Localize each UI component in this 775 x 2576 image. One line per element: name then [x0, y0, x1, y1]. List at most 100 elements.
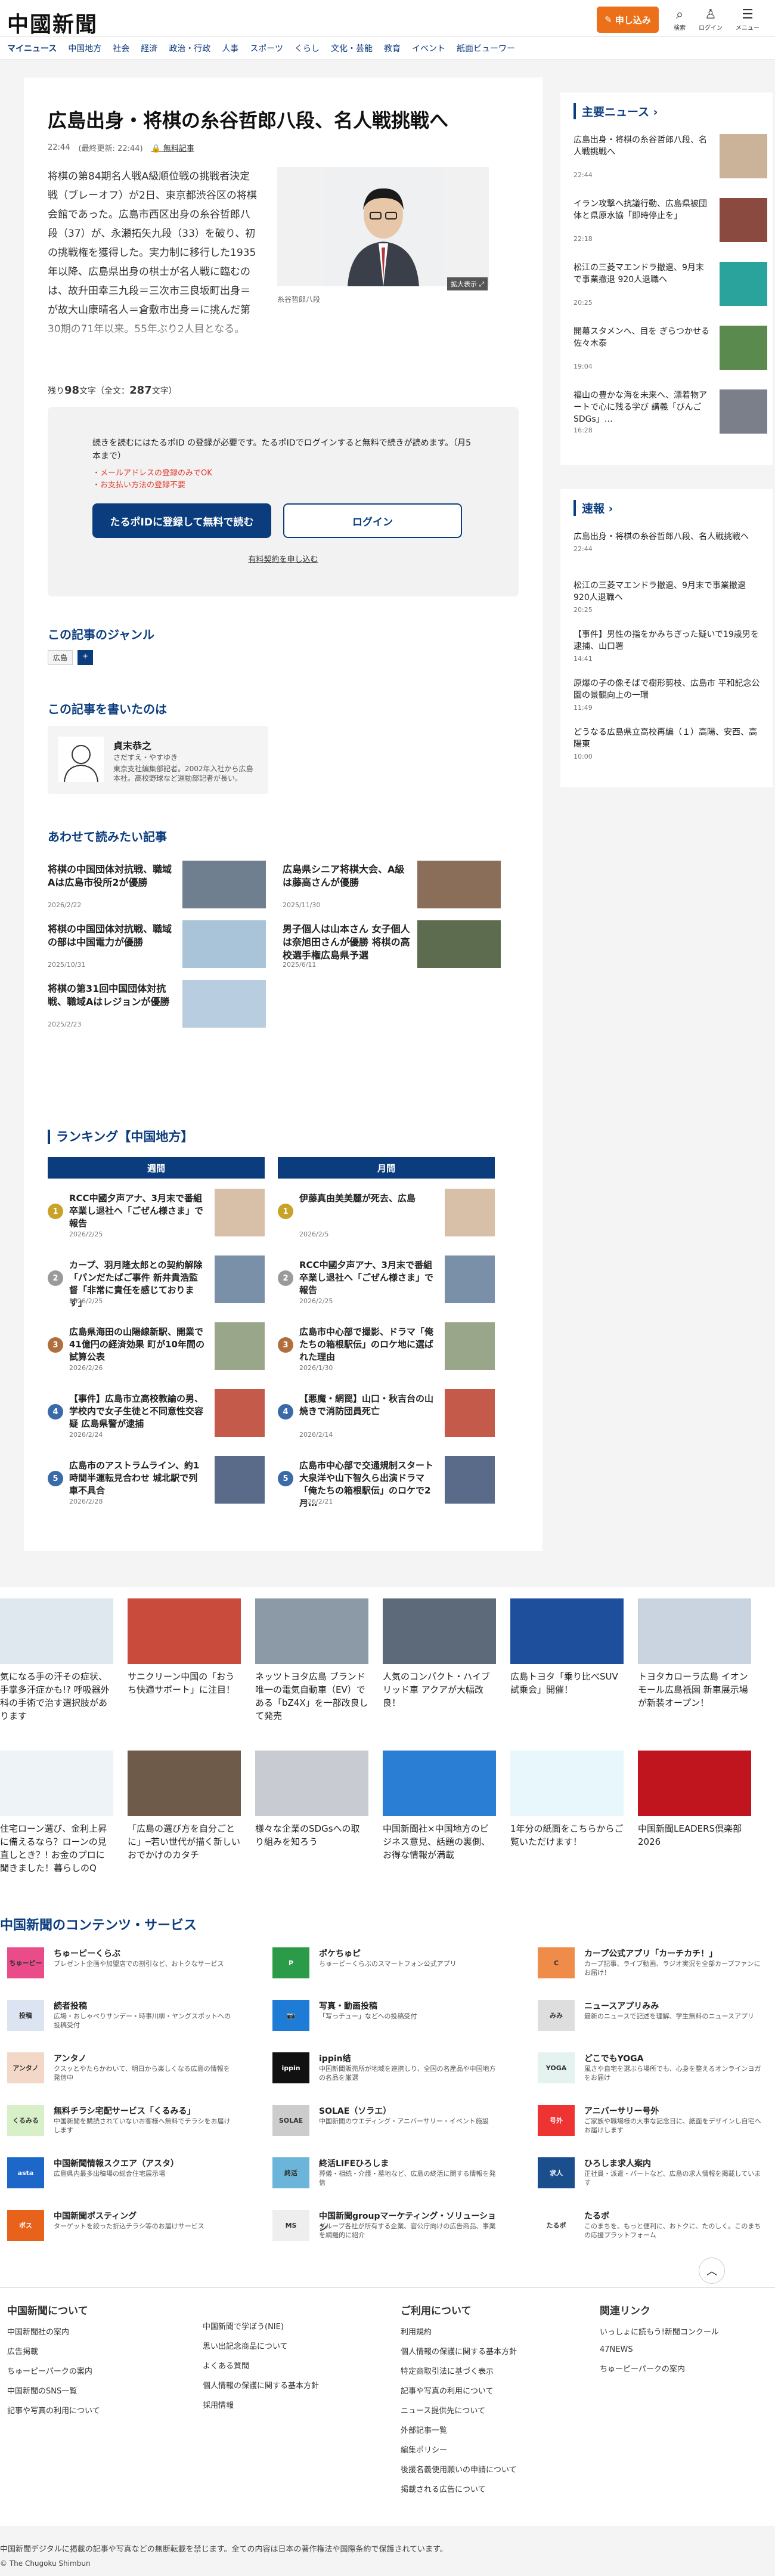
- ranking-item[interactable]: 1 伊藤真由美美麗が死去、広島 2026/2/5: [278, 1189, 495, 1241]
- related-item[interactable]: 広島県シニア将棋大会、A級は藤高さんが優勝 2025/11/30: [283, 861, 501, 916]
- footer-link[interactable]: 中国新聞のSNS一覧: [7, 2385, 100, 2396]
- ranking-item[interactable]: 4 【事件】広島市立高校教論の男、学校内で女子生徒と不同意性交容疑 広島県警が逮捕…: [48, 1389, 265, 1442]
- user-button[interactable]: ♙ ログイン: [699, 7, 723, 32]
- main-news-item[interactable]: 福山の豊かな海を未来へ、漂着物アートで心に残る学び 講義「びんごSDGs」… 16…: [574, 389, 767, 437]
- service-item[interactable]: ippin ippin结 中国新聞販売所が地域を連携しり、全国の名産品や中国地方の名…: [272, 2052, 499, 2088]
- promo-card[interactable]: 中国新聞LEADERS倶楽部2026: [638, 1751, 751, 1882]
- register-button[interactable]: たるポIDに登録して無料で読む: [92, 503, 271, 538]
- footer-link[interactable]: 広告掲載: [7, 2345, 100, 2357]
- main-news-item[interactable]: 開幕スタメンへ、目を ぎらつかせる佐々木泰 19:04: [574, 326, 767, 373]
- nav-item[interactable]: 文化・芸能: [331, 42, 384, 54]
- service-item[interactable]: 📷 写真・動画投稿 「写っチュー」などへの投稿受付: [272, 2000, 499, 2036]
- footer-link[interactable]: 記事や写真の利用について: [401, 2385, 517, 2396]
- service-item[interactable]: asta 中国新聞情報スクエア（アスタ） 広島県内最多出稿場の総合住宅展示場: [7, 2157, 234, 2193]
- flash-news-item[interactable]: どうなる広島県立高校再編（１）高陽、安西、高陽東 10:00: [574, 726, 764, 760]
- service-item[interactable]: みみ ニュースアプリみみ 最新のニュースで記述を理解、学生無料のニュースアプリ: [538, 2000, 764, 2036]
- related-item[interactable]: 将棋の中国団体対抗戦、職域の部は中国電力が優勝 2025/10/31: [48, 920, 266, 975]
- article-photo[interactable]: [277, 167, 489, 286]
- subscribe-button[interactable]: ✎ 申し込み: [597, 7, 659, 33]
- footer-link[interactable]: 後援名義使用願いの申請について: [401, 2463, 517, 2475]
- service-item[interactable]: MS 中国新聞groupマーケティング・ソリューション グループ各社が所有する企業、…: [272, 2210, 499, 2246]
- site-logo[interactable]: 中國新聞: [7, 7, 98, 38]
- promo-card[interactable]: 1年分の紙面をこちらからご覧いただけます！: [510, 1751, 624, 1882]
- related-item[interactable]: 将棋の中国団体対抗戦、職域Aは広島市役所2が優勝 2026/2/22: [48, 861, 266, 916]
- nav-item[interactable]: 経済: [141, 42, 169, 54]
- footer-link[interactable]: よくある質問: [203, 2359, 319, 2371]
- service-item[interactable]: C カープ公式アプリ「カーチカチ！」 カープ記事、ライブ動画、ラジオ実況を全部カープ…: [538, 1947, 764, 1983]
- search-button[interactable]: ⌕ 検索: [674, 7, 686, 32]
- footer-link[interactable]: 外部記事一覧: [401, 2424, 517, 2435]
- footer-link[interactable]: 特定商取引法に基づく表示: [401, 2365, 517, 2376]
- nav-item[interactable]: マイニュース: [7, 42, 68, 54]
- footer-link[interactable]: ニュース提供先について: [401, 2404, 517, 2416]
- footer-link[interactable]: 記事や写真の利用について: [7, 2404, 100, 2416]
- promo-card[interactable]: トヨタカローラ広島 イオンモール広島祇園 新車展示場が新装オープン！: [638, 1598, 751, 1730]
- back-to-top-button[interactable]: ︿: [699, 2258, 725, 2284]
- promo-card[interactable]: 広島トヨタ「乗り比べSUV試乗会」開催！: [510, 1598, 624, 1730]
- promo-card[interactable]: 住宅ローン選び、金利上昇に備えるなら？ローンの見直しとき？! お金のプロに聞きま…: [0, 1751, 113, 1882]
- tab-weekly[interactable]: 週間: [48, 1157, 265, 1179]
- footer-link[interactable]: 利用規約: [401, 2325, 517, 2337]
- promo-card[interactable]: 「広島の選び方を自分ごとに」─若い世代が描く新しいおでかけのカタチ: [128, 1751, 241, 1882]
- genre-tag[interactable]: 広島: [48, 650, 73, 665]
- flash-news-item[interactable]: 【事件】男性の指をかみちぎった疑いで19歳男を逮捕、山口署 14:41: [574, 629, 764, 663]
- service-item[interactable]: SOLAE SOLAE（ソラエ） 中国新聞のウエディング・アニバーサリー・イベント施…: [272, 2105, 499, 2141]
- service-item[interactable]: YOGA どこでもYOGA 風さや自宅を選ぶら場所でも、心身を整えるオンラインヨガを…: [538, 2052, 764, 2088]
- service-item[interactable]: アンタノ アンタノ クスッとやたらかわいて、明日から楽しくなる広島の情報を発信中: [7, 2052, 234, 2088]
- nav-item[interactable]: くらし: [294, 42, 331, 54]
- nav-item[interactable]: イベント: [412, 42, 457, 54]
- footer-link[interactable]: ちゅーピーパークの案内: [7, 2365, 100, 2376]
- ranking-item[interactable]: 5 広島市中心部で交通規制スタート 大泉洋や山下智久ら出演ドラマ「俺たちの箱根駅伝…: [278, 1456, 495, 1508]
- menu-button[interactable]: ☰ メニュー: [736, 7, 760, 32]
- related-item[interactable]: 男子個人は山本さん 女子個人は奈旭田さんが優勝 将棋の高校選手権広島県予選 202…: [283, 920, 501, 975]
- nav-item[interactable]: スポーツ: [250, 42, 294, 54]
- login-button[interactable]: ログイン: [283, 503, 462, 538]
- service-item[interactable]: 求人 ひろしま求人案内 正社員・派遣・パートなど、広島の求人情報を掲載しています: [538, 2157, 764, 2193]
- zoom-button[interactable]: 拡大表示 ⤢: [447, 277, 488, 290]
- service-item[interactable]: 号外 アニバーサリー号外 ご家族や職場様の大事な記念日に、紙面をデザインし自宅へお届…: [538, 2105, 764, 2141]
- service-item[interactable]: 投稿 読者投稿 広場・おしゃべりサンデー・時事川柳・ヤングスポットへの投稿受付: [7, 2000, 234, 2036]
- footer-link[interactable]: 中国新聞社の案内: [7, 2325, 100, 2337]
- service-item[interactable]: くるみる 無料チラシ宅配サービス「くるみる」 中国新聞を購読されていないお客様へ無料…: [7, 2105, 234, 2141]
- paid-contract-link[interactable]: 有料契約を申し込む: [48, 553, 519, 564]
- main-news-heading[interactable]: 主要ニュース ›: [574, 103, 658, 119]
- ranking-item[interactable]: 5 広島市のアストラムライン、約1時間半運転見合わせ 城北駅で列車不具合 2026/…: [48, 1456, 265, 1508]
- main-news-item[interactable]: 広島出身・将棋の糸谷哲郎八段、名人戦挑戦へ 22:44: [574, 134, 767, 182]
- footer-link[interactable]: いっしょに読もう!新聞コンクール: [600, 2325, 719, 2337]
- service-item[interactable]: 終活 終活LIFEひろしま 葬儀・相続・介護・墓地など、広島の終活に関する情報を発信: [272, 2157, 499, 2193]
- flash-news-heading[interactable]: 速報 ›: [574, 500, 613, 516]
- footer-link[interactable]: 個人情報の保護に関する基本方針: [203, 2379, 319, 2391]
- follow-genre-button[interactable]: +: [78, 650, 94, 665]
- footer-link[interactable]: 掲載される広告について: [401, 2483, 517, 2494]
- service-item[interactable]: ちゅーピー ちゅーピーくらぶ プレゼント企画や加盟店での割引など、おトクなサービス: [7, 1947, 234, 1983]
- main-news-item[interactable]: イラン攻撃へ抗議行動、広島県被団体と県原水協「即時停止を」 22:18: [574, 198, 767, 246]
- service-item[interactable]: たるポ たるポ このまちを、もっと便利に、おトクに、たのしく。このまちの応援プラット…: [538, 2210, 764, 2246]
- ranking-item[interactable]: 3 広島県海田の山陽線新駅、開業で41億円の経済効果 町が10年間の試算公表 202…: [48, 1322, 265, 1375]
- promo-card[interactable]: 人気のコンパクト・ハイブリッド車 アクアが大幅改良！: [383, 1598, 496, 1730]
- flash-news-item[interactable]: 原爆の子の像そばで樹形剪枝、広島市 平和記念公園の景観向上の一環 11:49: [574, 678, 764, 712]
- ranking-item[interactable]: 2 カープ、羽月隆太郎との契約解除「パンだたばご事件 新井貴浩監督「非常に責任を感…: [48, 1255, 265, 1308]
- flash-news-item[interactable]: 松江の三菱マエンドラ撤退、9月末で事業撤退 920人退職へ 20:25: [574, 580, 764, 614]
- footer-link[interactable]: 思い出記念商品について: [203, 2340, 319, 2351]
- promo-card[interactable]: 中国新聞社×中国地方のビジネス意見、話題の裏側、お得な情報が満載: [383, 1751, 496, 1882]
- promo-card[interactable]: 気になる手の汗その症状、手掌多汗症かも!? 呼吸器外科の手術で治す選択肢がありま…: [0, 1598, 113, 1730]
- footer-link[interactable]: 編集ポリシー: [401, 2444, 517, 2455]
- writer-card[interactable]: 貞末恭之 さだすえ・やすゆき 東京支社編集部記者。2002年入社から広島本社。高…: [48, 726, 268, 794]
- free-article-badge[interactable]: 🔒 無料記事: [151, 142, 194, 153]
- ranking-item[interactable]: 4 【悪魔・網罠】山口・秋吉台の山焼きで消防団員死亡 2026/2/14: [278, 1389, 495, 1442]
- flash-news-item[interactable]: 広島出身・将棋の糸谷哲郎八段、名人戦挑戦へ 22:44: [574, 531, 764, 553]
- ranking-item[interactable]: 1 RCC中國夕声アナ、3月末で番組卒業し退社へ「ごぜん様さま」で報告 2026/2…: [48, 1189, 265, 1241]
- footer-link[interactable]: 採用情報: [203, 2399, 319, 2410]
- ranking-item[interactable]: 3 広島市中心部で撮影、ドラマ「俺たちの箱根駅伝」のロケ地に選ばれた理由 2026/…: [278, 1322, 495, 1375]
- nav-item[interactable]: 政治・行政: [169, 42, 222, 54]
- footer-link[interactable]: 47NEWS: [600, 2345, 719, 2354]
- footer-link[interactable]: ちゅーピーパークの案内: [600, 2362, 719, 2374]
- nav-item[interactable]: 中国地方: [68, 42, 113, 54]
- nav-item[interactable]: 教育: [384, 42, 412, 54]
- ranking-item[interactable]: 2 RCC中國夕声アナ、3月末で番組卒業し退社へ「ごぜん様さま」で報告 2026/2…: [278, 1255, 495, 1308]
- related-item[interactable]: 将棋の第31回中国団体対抗戦、職域Aはレジョンが優勝 2025/2/23: [48, 980, 266, 1035]
- nav-item[interactable]: 人事: [222, 42, 250, 54]
- footer-link[interactable]: 個人情報の保護に関する基本方針: [401, 2345, 517, 2357]
- promo-card[interactable]: ネッツトヨタ広島 ブランド唯一の電気自動車（EV）である「bZ4X」を一部改良し…: [255, 1598, 368, 1730]
- tab-monthly[interactable]: 月間: [278, 1157, 495, 1179]
